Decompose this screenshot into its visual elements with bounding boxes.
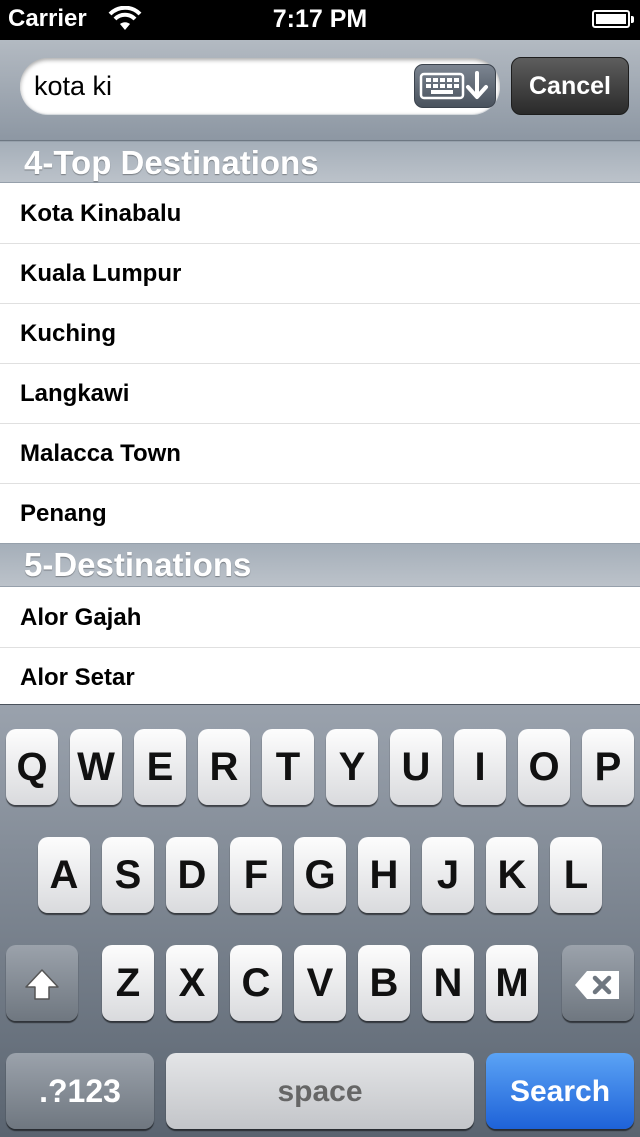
key-v[interactable]: V [294,945,346,1021]
list-item[interactable]: Kuala Lumpur [0,244,640,304]
list-item[interactable]: Kota Kinabalu [0,184,640,244]
search-input[interactable]: kota ki [20,58,500,114]
key-j[interactable]: J [422,837,474,913]
keyboard-dismiss-icon[interactable] [414,64,496,108]
list-item-label: Kuching [20,320,116,347]
key-i[interactable]: I [454,729,506,805]
search-key[interactable]: Search [486,1053,634,1129]
battery-icon [592,10,634,28]
key-f[interactable]: F [230,837,282,913]
list-item[interactable]: Penang [0,484,640,544]
key-a[interactable]: A [38,837,90,913]
list-item-label: Kuala Lumpur [20,260,182,287]
search-input-text: kota ki [34,71,113,101]
key-c[interactable]: C [230,945,282,1021]
section-title: 4-Top Destinations [24,144,319,181]
list-item-label: Alor Gajah [20,604,142,631]
key-t[interactable]: T [262,729,314,805]
keyboard: Q W E R T Y U I O P A S D F G H J K L Z … [0,704,640,1137]
key-y[interactable]: Y [326,729,378,805]
list-item[interactable]: Malacca Town [0,424,640,484]
list-item-label: Penang [20,500,107,527]
list-item-label: Kota Kinabalu [20,200,182,227]
key-g[interactable]: G [294,837,346,913]
key-w[interactable]: W [70,729,122,805]
section-header-top-destinations: 4-Top Destinations [0,141,640,183]
key-b[interactable]: B [358,945,410,1021]
delete-icon [573,961,623,1005]
key-e[interactable]: E [134,729,186,805]
search-bar: kota ki Cancel [0,40,640,141]
delete-key[interactable] [562,945,634,1021]
list-item[interactable]: Kuching [0,304,640,364]
list-item[interactable]: Langkawi [0,364,640,424]
key-p[interactable]: P [582,729,634,805]
key-q[interactable]: Q [6,729,58,805]
space-key[interactable]: space [166,1053,474,1129]
shift-icon [22,961,62,1005]
list-item[interactable]: Alor Setar [0,648,640,708]
key-x[interactable]: X [166,945,218,1021]
cancel-button[interactable]: Cancel [511,57,629,115]
key-z[interactable]: Z [102,945,154,1021]
list-item-label: Malacca Town [20,440,181,467]
key-o[interactable]: O [518,729,570,805]
key-h[interactable]: H [358,837,410,913]
key-s[interactable]: S [102,837,154,913]
numbers-key[interactable]: .?123 [6,1053,154,1129]
key-m[interactable]: M [486,945,538,1021]
section-header-destinations: 5-Destinations [0,543,640,587]
key-l[interactable]: L [550,837,602,913]
status-bar: Carrier 7:17 PM [0,0,640,40]
list-item-label: Alor Setar [20,664,135,691]
key-n[interactable]: N [422,945,474,1021]
shift-key[interactable] [6,945,78,1021]
key-r[interactable]: R [198,729,250,805]
key-u[interactable]: U [390,729,442,805]
key-k[interactable]: K [486,837,538,913]
list-item[interactable]: Alor Gajah [0,588,640,648]
status-time: 7:17 PM [272,5,368,33]
section-title: 5-Destinations [24,546,252,583]
key-d[interactable]: D [166,837,218,913]
list-item-label: Langkawi [20,380,130,407]
